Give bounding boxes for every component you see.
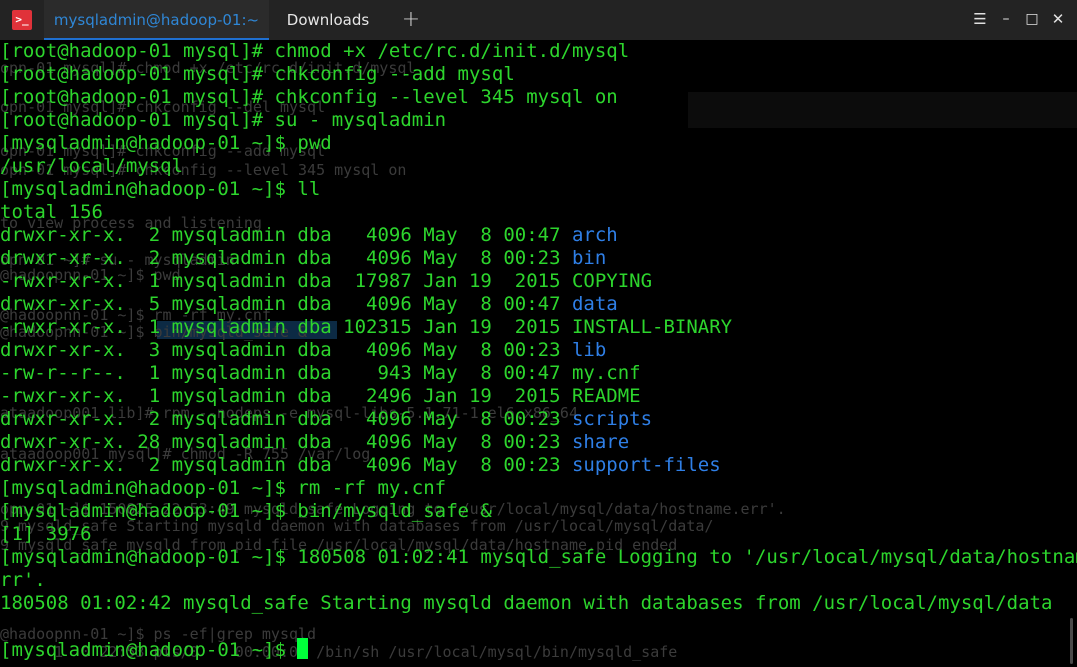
menu-icon[interactable]: ☰	[966, 0, 994, 40]
terminal-text: [mysqladmin@hadoop-01 ~]$	[0, 639, 298, 661]
terminal-line: [mysqladmin@hadoop-01 ~]$ rm -rf my.cnf	[0, 477, 1077, 500]
terminal-line: [mysqladmin@hadoop-01 ~]$ 180508 01:02:4…	[0, 546, 1077, 569]
terminal-line: [mysqladmin@hadoop-01 ~]$ ll	[0, 178, 1077, 201]
terminal-text: [root@hadoop-01 mysql]# chkconfig --add …	[0, 63, 515, 85]
terminal-line: 180508 01:02:42 mysqld_safe Starting mys…	[0, 592, 1077, 615]
terminal-text: [1] 3976	[0, 523, 92, 545]
directory-name: lib	[571, 339, 607, 361]
terminal-line: -rwxr-xr-x. 1 mysqladmin dba 17987 Jan 1…	[0, 270, 1077, 293]
terminal-text: [root@hadoop-01 mysql]# su - mysqladmin	[0, 109, 447, 131]
text-cursor	[297, 638, 309, 659]
terminal-line: -rwxr-xr-x. 1 mysqladmin dba 102315 Jan …	[0, 316, 1077, 339]
tab-downloads[interactable]: Downloads	[270, 0, 386, 40]
terminal-line: [root@hadoop-01 mysql]# chkconfig --leve…	[0, 86, 1077, 109]
terminal-text: drwxr-xr-x. 2 mysqladmin dba 4096 May 8 …	[0, 247, 572, 269]
terminal-line: drwxr-xr-x. 2 mysqladmin dba 4096 May 8 …	[0, 224, 1077, 247]
terminal-text: -rw-r--r--. 1 mysqladmin dba 943 May 8 0…	[0, 362, 641, 384]
terminal-output-area[interactable]: opn-01 mysql]# chmod +x /etc/rc.d/init.d…	[0, 40, 1077, 667]
terminal-line: [mysqladmin@hadoop-01 ~]$	[0, 638, 1077, 661]
terminal-line: drwxr-xr-x. 2 mysqladmin dba 4096 May 8 …	[0, 454, 1077, 477]
directory-name: support-files	[571, 454, 721, 476]
terminal-line: -rwxr-xr-x. 1 mysqladmin dba 2496 Jan 19…	[0, 385, 1077, 408]
terminal-text: [mysqladmin@hadoop-01 ~]$ bin/mysqld_saf…	[0, 500, 492, 522]
close-icon[interactable]: ✕	[1044, 0, 1072, 40]
directory-name: arch	[571, 224, 618, 246]
terminal-line: [mysqladmin@hadoop-01 ~]$ bin/mysqld_saf…	[0, 500, 1077, 523]
terminal-line: -rw-r--r--. 1 mysqladmin dba 943 May 8 0…	[0, 362, 1077, 385]
tab-label: Downloads	[286, 11, 370, 29]
terminal-text: [root@hadoop-01 mysql]# chmod +x /etc/rc…	[0, 40, 630, 62]
terminal-text: [mysqladmin@hadoop-01 ~]$ pwd	[0, 132, 332, 154]
terminal-text: drwxr-xr-x. 28 mysqladmin dba 4096 May 8…	[0, 431, 572, 453]
terminal-line: drwxr-xr-x. 2 mysqladmin dba 4096 May 8 …	[0, 408, 1077, 431]
terminal-line: [root@hadoop-01 mysql]# su - mysqladmin	[0, 109, 1077, 132]
terminal-line: [root@hadoop-01 mysql]# chmod +x /etc/rc…	[0, 40, 1077, 63]
add-tab-icon[interactable]: +	[392, 0, 430, 40]
terminal-text: /usr/local/mysql	[0, 155, 184, 177]
terminal-line: [root@hadoop-01 mysql]# chkconfig --add …	[0, 63, 1077, 86]
terminal-text: -rwxr-xr-x. 1 mysqladmin dba 102315 Jan …	[0, 316, 733, 338]
tab-bar: >_ mysqladmin@hadoop-01:~ Downloads + ☰ …	[0, 0, 1077, 40]
terminal-text: [root@hadoop-01 mysql]# chkconfig --leve…	[0, 86, 618, 108]
terminal-text: drwxr-xr-x. 5 mysqladmin dba 4096 May 8 …	[0, 293, 572, 315]
terminal-line: drwxr-xr-x. 28 mysqladmin dba 4096 May 8…	[0, 431, 1077, 454]
maximize-icon[interactable]: □	[1018, 0, 1046, 40]
directory-name: data	[571, 293, 618, 315]
terminal-line: /usr/local/mysql	[0, 155, 1077, 178]
terminal-line: total 156	[0, 201, 1077, 224]
terminal-text: rr'.	[0, 569, 46, 591]
terminal-line: rr'.	[0, 569, 1077, 592]
terminal-app-icon: >_	[12, 10, 32, 30]
tab-mysqladmin-hadoop[interactable]: mysqladmin@hadoop-01:~	[44, 0, 269, 40]
terminal-line: drwxr-xr-x. 3 mysqladmin dba 4096 May 8 …	[0, 339, 1077, 362]
terminal-lines: [root@hadoop-01 mysql]# chmod +x /etc/rc…	[0, 40, 1077, 661]
terminal-text: [mysqladmin@hadoop-01 ~]$ rm -rf my.cnf	[0, 477, 447, 499]
directory-name: scripts	[571, 408, 653, 430]
terminal-line: drwxr-xr-x. 5 mysqladmin dba 4096 May 8 …	[0, 293, 1077, 316]
terminal-text: drwxr-xr-x. 2 mysqladmin dba 4096 May 8 …	[0, 224, 572, 246]
terminal-line: drwxr-xr-x. 2 mysqladmin dba 4096 May 8 …	[0, 247, 1077, 270]
terminal-text: drwxr-xr-x. 2 mysqladmin dba 4096 May 8 …	[0, 454, 572, 476]
minimize-icon[interactable]: –	[992, 0, 1020, 40]
terminal-text: drwxr-xr-x. 2 mysqladmin dba 4096 May 8 …	[0, 408, 572, 430]
scrollbar[interactable]	[1070, 618, 1073, 664]
terminal-text: -rwxr-xr-x. 1 mysqladmin dba 17987 Jan 1…	[0, 270, 653, 292]
terminal-window: >_ mysqladmin@hadoop-01:~ Downloads + ☰ …	[0, 0, 1077, 667]
terminal-text: [mysqladmin@hadoop-01 ~]$ ll	[0, 178, 321, 200]
tab-label: mysqladmin@hadoop-01:~	[53, 11, 260, 29]
terminal-text: drwxr-xr-x. 3 mysqladmin dba 4096 May 8 …	[0, 339, 572, 361]
terminal-text: [mysqladmin@hadoop-01 ~]$ 180508 01:02:4…	[0, 546, 1077, 568]
terminal-line: [1] 3976	[0, 523, 1077, 546]
terminal-text: -rwxr-xr-x. 1 mysqladmin dba 2496 Jan 19…	[0, 385, 641, 407]
directory-name: share	[571, 431, 630, 453]
directory-name: bin	[571, 247, 607, 269]
terminal-line: [mysqladmin@hadoop-01 ~]$ pwd	[0, 132, 1077, 155]
terminal-text: 180508 01:02:42 mysqld_safe Starting mys…	[0, 592, 1053, 614]
terminal-text: total 156	[0, 201, 103, 223]
